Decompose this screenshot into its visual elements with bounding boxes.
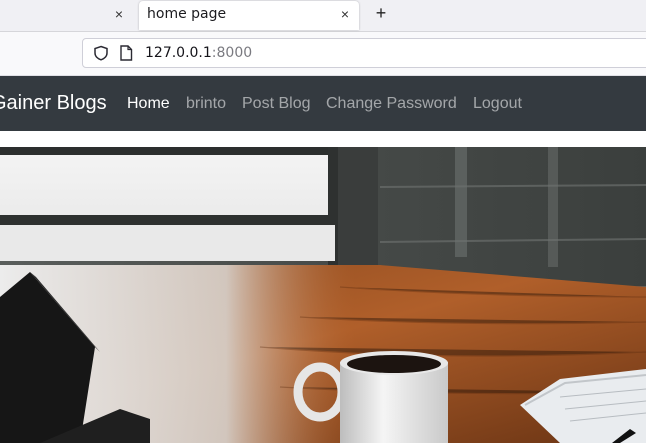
active-tab[interactable]: home page ×	[139, 1, 359, 30]
shield-icon[interactable]	[93, 45, 109, 61]
brand-link[interactable]: Gainer Blogs	[0, 92, 107, 115]
url-port: :8000	[211, 45, 253, 61]
new-tab-icon[interactable]: +	[372, 4, 390, 22]
nav-post-blog[interactable]: Post Blog	[242, 95, 310, 113]
tab-title: home page	[147, 6, 227, 22]
nav-user[interactable]: brinto	[186, 95, 226, 113]
browser-toolbar: 127.0.0.1:8000	[0, 32, 646, 76]
close-tab-icon[interactable]: ×	[337, 6, 353, 22]
nav-home[interactable]: Home	[127, 95, 170, 113]
nav-change-password[interactable]: Change Password	[326, 95, 457, 113]
url-text: 127.0.0.1:8000	[145, 45, 252, 61]
coffee-desk-photo-icon	[0, 147, 646, 443]
address-bar[interactable]: 127.0.0.1:8000	[82, 38, 646, 68]
url-host: 127.0.0.1	[145, 45, 212, 61]
close-tab-icon[interactable]: ×	[111, 6, 127, 22]
hero-image	[0, 147, 646, 443]
page-icon	[120, 45, 133, 61]
nav-logout[interactable]: Logout	[473, 95, 522, 113]
site-navbar: Gainer Blogs Home brinto Post Blog Chang…	[0, 76, 646, 131]
browser-tab-strip: × home page × +	[0, 0, 646, 32]
